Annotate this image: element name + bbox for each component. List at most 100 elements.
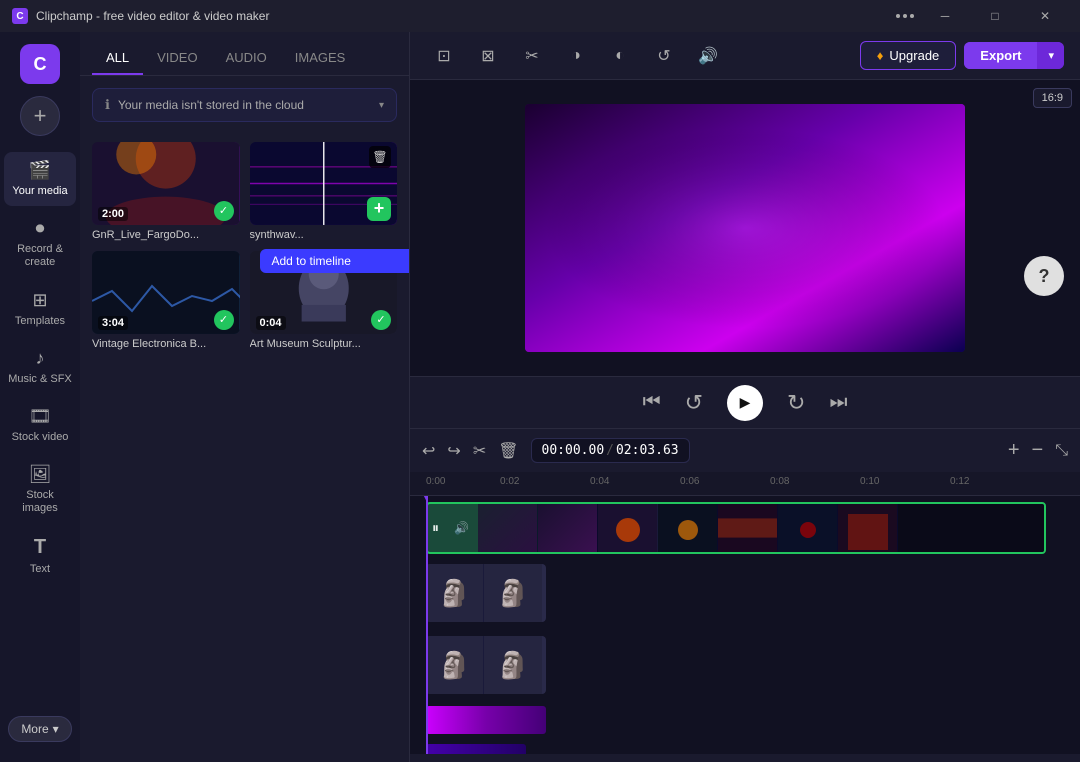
frame-2 xyxy=(538,504,598,552)
clip-pause-icon: ⏸ xyxy=(432,520,439,537)
delete-clip-button[interactable]: 🗑 xyxy=(498,441,518,461)
add-to-timeline-button-synthwav[interactable]: + xyxy=(367,197,391,221)
info-icon: ℹ xyxy=(105,97,110,113)
add-media-button[interactable]: + xyxy=(20,96,60,136)
templates-label: Templates xyxy=(15,315,65,328)
zoom-in-timeline-button[interactable]: + xyxy=(1008,439,1020,462)
audio-button[interactable]: 🔊 xyxy=(690,40,726,72)
still-track-2: 🗿 🗿 xyxy=(410,632,1080,702)
zoom-out-timeline-button[interactable]: − xyxy=(1032,439,1044,462)
adjust-button[interactable]: ◐ xyxy=(602,40,638,72)
window-menu-button[interactable] xyxy=(896,14,914,18)
tab-all[interactable]: ALL xyxy=(92,42,143,75)
stock-video-label: Stock video xyxy=(12,431,69,444)
gradient-track-1 xyxy=(410,704,1080,740)
minimize-button[interactable]: ─ xyxy=(922,0,968,32)
tab-video[interactable]: VIDEO xyxy=(143,42,211,75)
sidebar-item-text[interactable]: T Text xyxy=(4,528,76,584)
media-panel: ALL VIDEO AUDIO IMAGES ℹ Your media isn'… xyxy=(80,32,410,762)
maximize-button[interactable]: □ xyxy=(972,0,1018,32)
export-chevron-button[interactable]: ▾ xyxy=(1037,42,1064,69)
fast-forward-button[interactable]: ↻ xyxy=(787,390,805,416)
sidebar-item-music-sfx[interactable]: ♪ Music & SFX xyxy=(4,340,76,394)
frame-5 xyxy=(718,504,778,552)
upgrade-button[interactable]: ♦ Upgrade xyxy=(860,41,957,70)
export-button-group: Export ▾ xyxy=(964,42,1064,69)
diamond-icon: ♦ xyxy=(877,48,884,63)
gradient-track-2 xyxy=(410,742,1080,754)
export-button[interactable]: Export xyxy=(964,42,1037,69)
tab-audio[interactable]: AUDIO xyxy=(212,42,281,75)
gradient-clip-dark[interactable] xyxy=(426,744,526,754)
frame-last xyxy=(898,504,1044,552)
help-button[interactable]: ? xyxy=(1024,256,1064,296)
record-icon: ⏺ xyxy=(36,218,45,239)
ruler-mark-3: 0:06 xyxy=(680,476,699,487)
app-body: C + 🎬 Your media ⏺ Record &create ⊞ Temp… xyxy=(0,32,1080,762)
cloud-storage-banner[interactable]: ℹ Your media isn't stored in the cloud ▾ xyxy=(92,88,397,122)
thumb-duration-art: 0:04 xyxy=(256,316,286,330)
playback-controls: ⏮ ↺ ▶ ↻ ⏭ xyxy=(410,376,1080,428)
more-label: More xyxy=(21,722,48,736)
thumb-label-art: Art Museum Sculptur... xyxy=(250,338,398,350)
ruler-mark-6: 0:12 xyxy=(950,476,969,487)
play-pause-button[interactable]: ▶ xyxy=(727,385,763,421)
clip-frames xyxy=(478,504,1044,552)
text-icon: T xyxy=(34,536,46,559)
cloud-banner-chevron-icon: ▾ xyxy=(379,100,384,111)
redo-button[interactable]: ↪ xyxy=(447,441,460,461)
crop-button[interactable]: ⊠ xyxy=(470,40,506,72)
fit-timeline-button[interactable]: ⤡ xyxy=(1055,442,1068,460)
ruler-mark-1: 0:02 xyxy=(500,476,519,487)
preview-area: ⊡ ⊠ ✂ ◑ ◐ ↺ 🔊 ♦ Upgrade Export ▾ xyxy=(410,32,1080,762)
delete-media-button-synthwav[interactable]: 🗑 xyxy=(369,146,391,168)
record-label: Record &create xyxy=(17,243,63,269)
sidebar-nav: C + 🎬 Your media ⏺ Record &create ⊞ Temp… xyxy=(0,32,80,762)
current-time: 00:00.00 xyxy=(542,443,605,458)
thumb-label-gnr: GnR_Live_FargoDo... xyxy=(92,229,240,241)
scissors-button[interactable]: ✂ xyxy=(473,441,486,461)
close-button[interactable]: ✕ xyxy=(1022,0,1068,32)
sidebar-item-record-create[interactable]: ⏺ Record &create xyxy=(4,210,76,277)
sidebar-item-stock-images[interactable]: 🖼 Stock images xyxy=(4,456,76,523)
app-logo-icon: C xyxy=(12,8,28,24)
still-clip-2[interactable]: 🗿 🗿 xyxy=(426,636,546,694)
frame-4 xyxy=(658,504,718,552)
cloud-banner-text: Your media isn't stored in the cloud xyxy=(118,98,371,112)
timeline-scrollbar[interactable] xyxy=(410,754,1080,762)
upgrade-label: Upgrade xyxy=(889,48,939,63)
main-video-track: ⏸ 🔊 xyxy=(410,498,1080,558)
templates-icon: ⊞ xyxy=(32,290,47,311)
still-clip-1[interactable]: 🗿 🗿 xyxy=(426,564,546,622)
go-to-start-button[interactable]: ⏮ xyxy=(643,391,661,414)
media-item-synthwav[interactable]: 🗑 + synthwav... Add to timeline xyxy=(250,142,398,241)
sidebar-item-your-media[interactable]: 🎬 Your media xyxy=(4,152,76,206)
more-button[interactable]: More ▾ xyxy=(8,716,71,742)
thumb-check-gnr: ✓ xyxy=(214,201,234,221)
frame-3 xyxy=(598,504,658,552)
stock-images-icon: 🖼 xyxy=(29,464,52,485)
titlebar: C Clipchamp - free video editor & video … xyxy=(0,0,1080,32)
color-button[interactable]: ◑ xyxy=(558,40,594,72)
undo-button[interactable]: ↩ xyxy=(422,441,435,461)
thumb-label-vintage: Vintage Electronica B... xyxy=(92,338,240,350)
rewind-button[interactable]: ↺ xyxy=(685,390,703,416)
media-item-gnr[interactable]: 2:00 ✓ GnR_Live_FargoDo... xyxy=(92,142,240,241)
main-video-clip[interactable]: ⏸ 🔊 xyxy=(426,502,1046,554)
timeline-playhead[interactable] xyxy=(426,496,428,754)
tab-images[interactable]: IMAGES xyxy=(281,42,360,75)
still-frame-1a: 🗿 xyxy=(426,564,484,622)
clipchamp-logo: C xyxy=(20,44,60,84)
sidebar-item-templates[interactable]: ⊞ Templates xyxy=(4,282,76,336)
media-tabs: ALL VIDEO AUDIO IMAGES xyxy=(80,32,409,76)
go-to-end-button[interactable]: ⏭ xyxy=(829,391,847,414)
split-view-button[interactable]: ⊡ xyxy=(426,40,462,72)
gradient-clip-purple[interactable] xyxy=(426,706,546,734)
timeline-ruler: 0:00 0:02 0:04 0:06 0:08 0:10 0:12 xyxy=(410,472,1080,496)
transform-button[interactable]: ✂ xyxy=(514,40,550,72)
rotate-button[interactable]: ↺ xyxy=(646,40,682,72)
media-item-vintage[interactable]: 3:04 ✓ Vintage Electronica B... xyxy=(92,251,240,350)
sidebar-item-stock-video[interactable]: 🎞 Stock video xyxy=(4,398,76,452)
timeline-toolbar: ↩ ↪ ✂ 🗑 00:00.00 / 02:03.63 + − ⤡ xyxy=(410,428,1080,472)
thumb-check-vintage: ✓ xyxy=(214,310,234,330)
